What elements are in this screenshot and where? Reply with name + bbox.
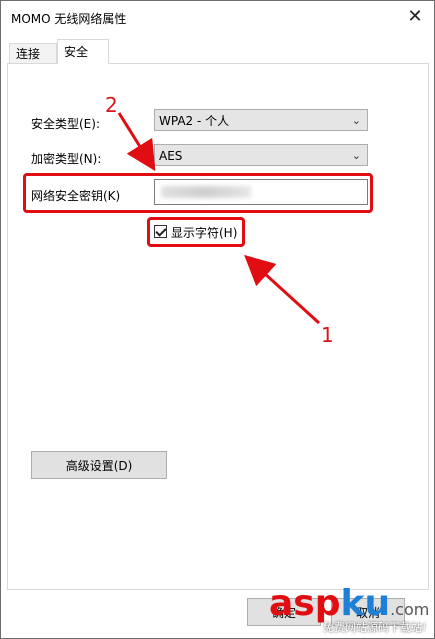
arrow-2 [117, 112, 156, 172]
tab-security-label: 安全 [64, 45, 89, 59]
annotation-arrows [117, 112, 321, 325]
watermark-main: aspku.com [269, 583, 430, 624]
watermark-logo: aspku.com 免费网站源码下载站! [263, 583, 433, 638]
tab-security[interactable]: 安全 [57, 39, 109, 64]
dialog-window: MOMO 无线网络属性 ✕ 连接 安全 安全类型(E): WPA2 - 个人 ⌄… [0, 0, 435, 639]
arrow-1 [244, 254, 321, 325]
watermark-sub: 免费网站源码下载站! [323, 621, 427, 634]
